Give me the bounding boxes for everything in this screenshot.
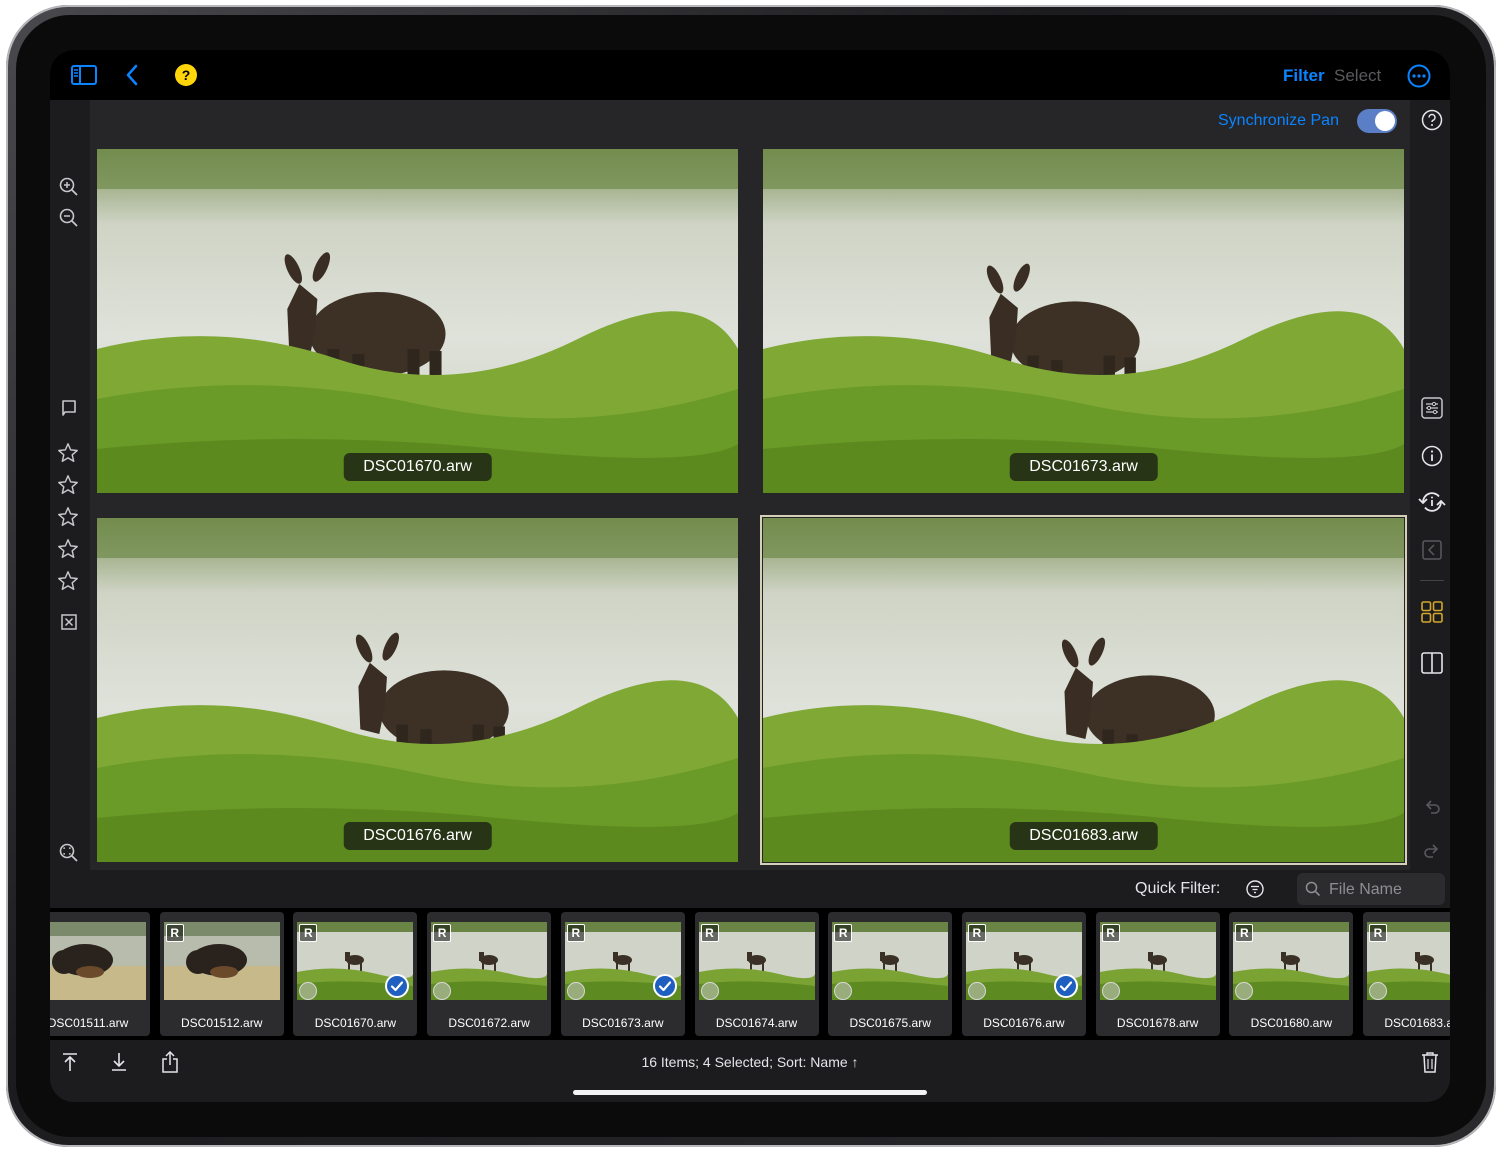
filmstrip-thumbnail[interactable]: R DSC01676.arw <box>961 912 1086 1036</box>
star-3-icon[interactable] <box>56 505 80 529</box>
filmstrip-thumbnail[interactable]: R DSC01683.arw <box>1363 912 1450 1036</box>
raw-badge: R <box>433 924 452 942</box>
selection-circle[interactable] <box>967 982 986 1000</box>
filmstrip-thumbnail[interactable]: R DSC01670.arw <box>293 912 418 1036</box>
checkmark-icon[interactable] <box>652 974 677 998</box>
info-icon[interactable] <box>1420 444 1444 468</box>
raw-badge: R <box>834 924 853 942</box>
collapse-panel-icon[interactable] <box>1421 539 1443 561</box>
checkmark-icon[interactable] <box>385 974 410 998</box>
raw-badge: R <box>1101 924 1120 942</box>
help-badge-glyph: ? <box>181 67 191 83</box>
filmstrip-thumbnail[interactable]: R DSC01678.arw <box>1095 912 1220 1036</box>
metadata-sync-icon[interactable] <box>1418 489 1446 515</box>
rail-divider <box>1420 580 1444 581</box>
zoom-out-icon[interactable] <box>58 207 80 229</box>
checkmark-icon[interactable] <box>1053 974 1078 998</box>
select-button[interactable]: Select <box>1334 66 1381 86</box>
redo-icon[interactable] <box>1421 841 1443 863</box>
photo-filename-label: DSC01670.arw <box>343 453 492 481</box>
thumbnail-filename: DSC01683.arw <box>1384 1016 1450 1030</box>
star-2-icon[interactable] <box>56 473 80 497</box>
raw-badge: R <box>1235 924 1254 942</box>
thumbnail-filename: DSC01678.arw <box>1116 1016 1199 1030</box>
filmstrip-thumbnail[interactable]: R DSC01673.arw <box>560 912 685 1036</box>
search-icon <box>1304 880 1322 898</box>
filmstrip-thumbnail[interactable]: R DSC01672.arw <box>427 912 552 1036</box>
status-text: 16 Items; 4 Selected; Sort: Name ↑ <box>641 1054 859 1070</box>
filmstrip-thumbnail[interactable]: R DSC01675.arw <box>828 912 953 1036</box>
compare-photo[interactable]: DSC01673.arw <box>763 149 1404 493</box>
filter-options-icon[interactable] <box>1245 879 1265 899</box>
thumbnail-filename: DSC01676.arw <box>983 1016 1065 1030</box>
selection-circle[interactable] <box>700 982 719 1000</box>
quick-filter-bar: Quick Filter: <box>50 870 1450 908</box>
raw-badge: R <box>700 924 719 942</box>
photo-filename-label: DSC01683.arw <box>1009 822 1158 850</box>
thumbnail-image <box>50 922 146 1000</box>
raw-badge: R <box>967 924 986 942</box>
thumbnail-filename: DSC01672.arw <box>448 1016 530 1030</box>
sidebar-toggle-icon[interactable] <box>70 63 98 87</box>
undo-icon[interactable] <box>1421 797 1443 819</box>
filmstrip-thumbnail[interactable]: R DSC01680.arw <box>1229 912 1354 1036</box>
star-1-icon[interactable] <box>56 441 80 465</box>
top-bar: ? Filter Select <box>50 50 1450 100</box>
star-5-icon[interactable] <box>56 569 80 593</box>
more-options-icon[interactable] <box>1407 64 1431 88</box>
left-toolbar <box>50 100 90 893</box>
filter-button[interactable]: Filter <box>1283 66 1325 86</box>
photo-image <box>763 518 1404 862</box>
file-name-search-input[interactable] <box>1327 873 1441 907</box>
photo-image <box>97 518 738 862</box>
synchronize-pan-toggle[interactable] <box>1357 109 1397 133</box>
filmstrip-thumbnail[interactable]: R DSC01512.arw <box>159 912 284 1036</box>
home-indicator[interactable] <box>573 1090 927 1095</box>
thumbnail-filename: DSC01512.arw <box>181 1016 263 1030</box>
right-toolbar <box>1410 100 1450 903</box>
back-chevron-icon[interactable] <box>122 63 142 87</box>
zoom-fit-icon[interactable] <box>58 842 80 864</box>
synchronize-pan-label: Synchronize Pan <box>1218 112 1339 129</box>
selection-circle[interactable] <box>1101 982 1120 1000</box>
thumbnail-filename: DSC01675.arw <box>849 1016 931 1030</box>
compare-photo[interactable]: DSC01683.arw <box>760 515 1407 865</box>
compare-photo[interactable]: DSC01676.arw <box>97 518 738 862</box>
help-badge-icon[interactable]: ? <box>175 64 197 86</box>
quick-filter-label: Quick Filter: <box>1135 880 1221 897</box>
selection-circle[interactable] <box>1369 982 1387 1000</box>
thumbnail-filename: DSC01674.arw <box>715 1016 798 1030</box>
reject-icon[interactable] <box>59 612 79 632</box>
raw-badge: R <box>165 924 184 942</box>
thumbnail-filename: DSC01673.arw <box>582 1016 664 1030</box>
split-view-icon[interactable] <box>1420 651 1444 675</box>
thumbnail-filename: DSC01670.arw <box>314 1016 397 1030</box>
raw-badge: R <box>1369 924 1387 942</box>
raw-badge: R <box>299 924 318 942</box>
filmstrip-thumbnail[interactable]: R DSC01674.arw <box>694 912 819 1036</box>
photo-image <box>763 149 1404 493</box>
grid-view-icon[interactable] <box>1420 600 1444 624</box>
app-screen: ? Filter Select Synchronize Pan Quick Fi… <box>50 50 1450 1102</box>
thumbnail-filename: DSC01511.arw <box>50 1016 129 1030</box>
file-name-search <box>1297 873 1445 907</box>
photo-filename-label: DSC01676.arw <box>343 822 492 850</box>
compare-photo[interactable]: DSC01670.arw <box>97 149 738 493</box>
selection-circle[interactable] <box>433 982 452 1000</box>
raw-badge: R <box>566 924 585 942</box>
star-4-icon[interactable] <box>56 537 80 561</box>
filmstrip: DSC01511.arw R DSC01512.arw R DSC01670.arw… <box>50 908 1450 1040</box>
thumbnail-filename: DSC01680.arw <box>1250 1016 1332 1030</box>
selection-circle[interactable] <box>566 982 585 1000</box>
photo-image <box>97 149 738 493</box>
toggle-knob <box>1375 111 1395 131</box>
help-circle-icon[interactable] <box>1420 108 1444 132</box>
zoom-in-icon[interactable] <box>58 176 80 198</box>
adjustments-icon[interactable] <box>1420 396 1444 420</box>
flag-icon[interactable] <box>59 399 79 419</box>
trash-icon[interactable] <box>1419 1049 1441 1075</box>
photo-filename-label: DSC01673.arw <box>1009 453 1158 481</box>
filmstrip-thumbnail[interactable]: DSC01511.arw <box>50 912 150 1036</box>
